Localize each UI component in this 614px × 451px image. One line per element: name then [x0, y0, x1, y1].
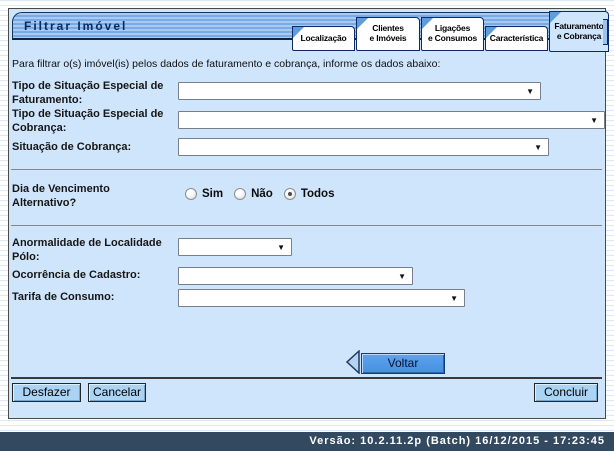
dropdown-arrow-icon: ▼ [398, 272, 406, 281]
dropdown-arrow-icon: ▼ [590, 116, 598, 125]
anormalidade-localidade-polo-select[interactable]: ▼ [178, 238, 292, 256]
radio-button-selected-icon[interactable] [283, 188, 296, 200]
tab-ligacoes-consumos-label: Ligações e Consumos [427, 23, 477, 43]
page-title: Filtrar Imóvel [24, 19, 128, 33]
tab-faturamento-cobranca-label: Faturamento e Cobrança [554, 20, 604, 41]
tipo-situacao-especial-cobranca-select[interactable]: ▼ [178, 111, 605, 129]
dropdown-arrow-icon: ▼ [526, 87, 534, 96]
tab-faturamento-cobranca[interactable]: Faturamento e Cobrança [549, 11, 609, 52]
radio-option-nao[interactable]: Não [234, 188, 273, 200]
radio-option-todos[interactable]: Todos [283, 188, 335, 200]
tab-localizacao-label: Localização [300, 32, 347, 43]
tab-ligacoes-consumos[interactable]: Ligações e Consumos [421, 17, 484, 51]
radio-button-icon[interactable] [185, 188, 197, 200]
tarifa-consumo-select[interactable]: ▼ [178, 289, 465, 307]
radio-sim-label: Sim [202, 188, 224, 200]
tab-caracteristica-label: Característica [489, 32, 544, 43]
form-instructions: Para filtrar o(s) imóvel(is) pelos dados… [12, 58, 441, 70]
situacao-cobranca-select[interactable]: ▼ [178, 138, 549, 156]
radio-todos-label: Todos [300, 188, 335, 200]
dropdown-arrow-icon: ▼ [534, 143, 542, 152]
dropdown-arrow-icon: ▼ [450, 294, 458, 303]
tab-localizacao[interactable]: Localização [292, 26, 355, 51]
back-arrow-icon[interactable] [345, 350, 360, 374]
voltar-button[interactable]: Voltar [361, 353, 445, 374]
label-situacao-cobranca: Situação de Cobrança: [12, 141, 132, 153]
ocorrencia-cadastro-select[interactable]: ▼ [178, 267, 413, 285]
button-bar-divider [11, 377, 602, 379]
concluir-button[interactable]: Concluir [534, 383, 598, 402]
label-tipo-situacao-especial-faturamento: Tipo de Situação Especial de Faturamento… [12, 80, 164, 106]
section-divider [11, 169, 602, 170]
tipo-situacao-especial-faturamento-select[interactable]: ▼ [178, 82, 541, 100]
cancelar-button[interactable]: Cancelar [88, 383, 146, 402]
tab-clientes-imoveis[interactable]: Clientes e Imóveis [356, 17, 420, 51]
radio-nao-label: Não [251, 188, 273, 200]
desfazer-button[interactable]: Desfazer [12, 383, 81, 402]
label-tipo-situacao-especial-cobranca: Tipo de Situação Especial de Cobrança: [12, 108, 164, 134]
label-dia-vencimento-alternativo: Dia de Vencimento Alternativo? [12, 183, 110, 209]
dia-vencimento-radio-group: Sim Não Todos [185, 188, 345, 200]
label-anormalidade-localidade-polo: Anormalidade de Localidade Pólo: [12, 237, 162, 263]
dropdown-arrow-icon: ▼ [277, 243, 285, 252]
section-divider [11, 225, 602, 226]
label-tarifa-consumo: Tarifa de Consumo: [12, 291, 115, 303]
version-status-bar: Versão: 10.2.11.2p (Batch) 16/12/2015 - … [0, 432, 614, 451]
radio-option-sim[interactable]: Sim [185, 188, 223, 200]
tab-caracteristica[interactable]: Característica [485, 26, 548, 51]
version-text: Versão: 10.2.11.2p (Batch) 16/12/2015 - … [309, 435, 605, 447]
radio-button-icon[interactable] [234, 188, 247, 200]
label-ocorrencia-cadastro: Ocorrência de Cadastro: [12, 269, 141, 281]
tab-clientes-imoveis-label: Clientes e Imóveis [369, 23, 407, 43]
filter-window: Filtrar Imóvel Localização Clientes e Im… [8, 8, 609, 419]
